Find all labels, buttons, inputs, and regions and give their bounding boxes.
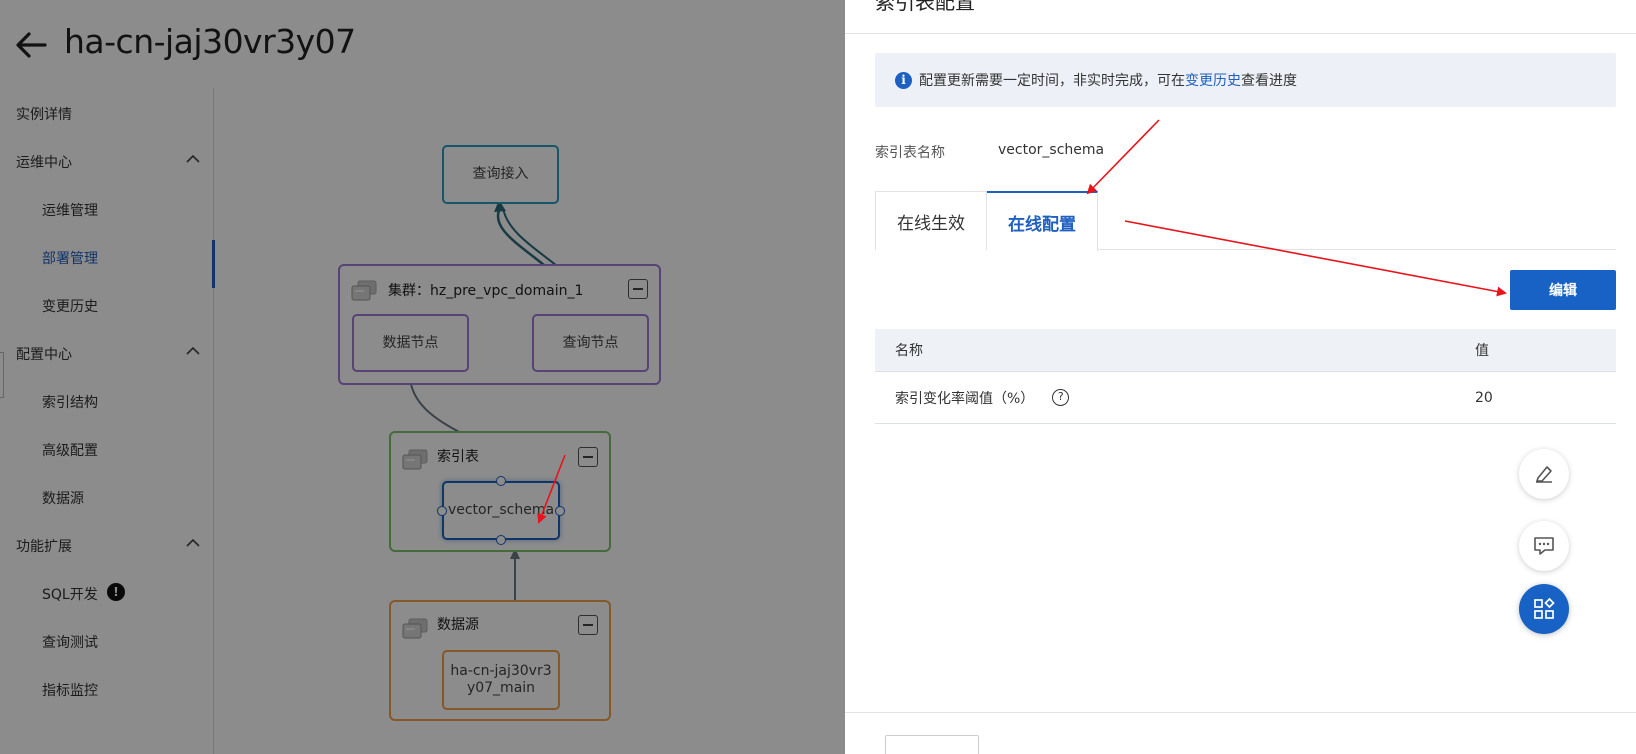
column-header-name: 名称 bbox=[895, 343, 923, 359]
column-header-value: 值 bbox=[1475, 343, 1489, 359]
index-table-name-value: vector_schema bbox=[998, 142, 1105, 158]
table-cell-name: 索引变化率阈值（%） ? bbox=[895, 388, 1070, 408]
question-circle-icon[interactable]: ? bbox=[1052, 389, 1070, 406]
index-config-drawer: 索引表配置 i 配置更新需要一定时间，非实时完成，可在 变更历史 查看进度 索引表名… bbox=[845, 0, 1636, 754]
edit-pencil-icon[interactable] bbox=[1519, 449, 1569, 499]
modal-overlay[interactable] bbox=[0, 0, 845, 754]
param-name: 索引变化率阈值（%） bbox=[895, 390, 1035, 407]
info-notice: i 配置更新需要一定时间，非实时完成，可在 变更历史 查看进度 bbox=[875, 53, 1616, 107]
index-table-name-label: 索引表名称 bbox=[875, 145, 945, 161]
drawer-title: 索引表配置 bbox=[875, 0, 975, 14]
apps-grid-icon[interactable] bbox=[1519, 584, 1569, 634]
chat-bubble-icon[interactable] bbox=[1519, 521, 1569, 571]
notice-prefix: 配置更新需要一定时间，非实时完成，可在 bbox=[919, 73, 1185, 89]
table-row: 索引变化率阈值（%） ? 20 bbox=[875, 372, 1616, 424]
change-history-link[interactable]: 变更历史 bbox=[1185, 70, 1241, 90]
tab-online-effective[interactable]: 在线生效 bbox=[875, 191, 987, 250]
footer-button[interactable] bbox=[885, 735, 979, 754]
table-header: 名称 值 bbox=[875, 329, 1616, 372]
tab-online-config[interactable]: 在线配置 bbox=[987, 191, 1098, 251]
param-value: 20 bbox=[1475, 389, 1493, 406]
edit-button[interactable]: 编辑 bbox=[1510, 270, 1616, 310]
config-table: 名称 值 索引变化率阈值（%） ? 20 bbox=[875, 329, 1616, 424]
drawer-header: 索引表配置 bbox=[845, 0, 1636, 34]
info-icon: i bbox=[895, 71, 912, 89]
config-tabs: 在线生效 在线配置 bbox=[875, 191, 1616, 251]
drawer-footer bbox=[845, 712, 1636, 754]
notice-suffix: 查看进度 bbox=[1241, 73, 1297, 89]
